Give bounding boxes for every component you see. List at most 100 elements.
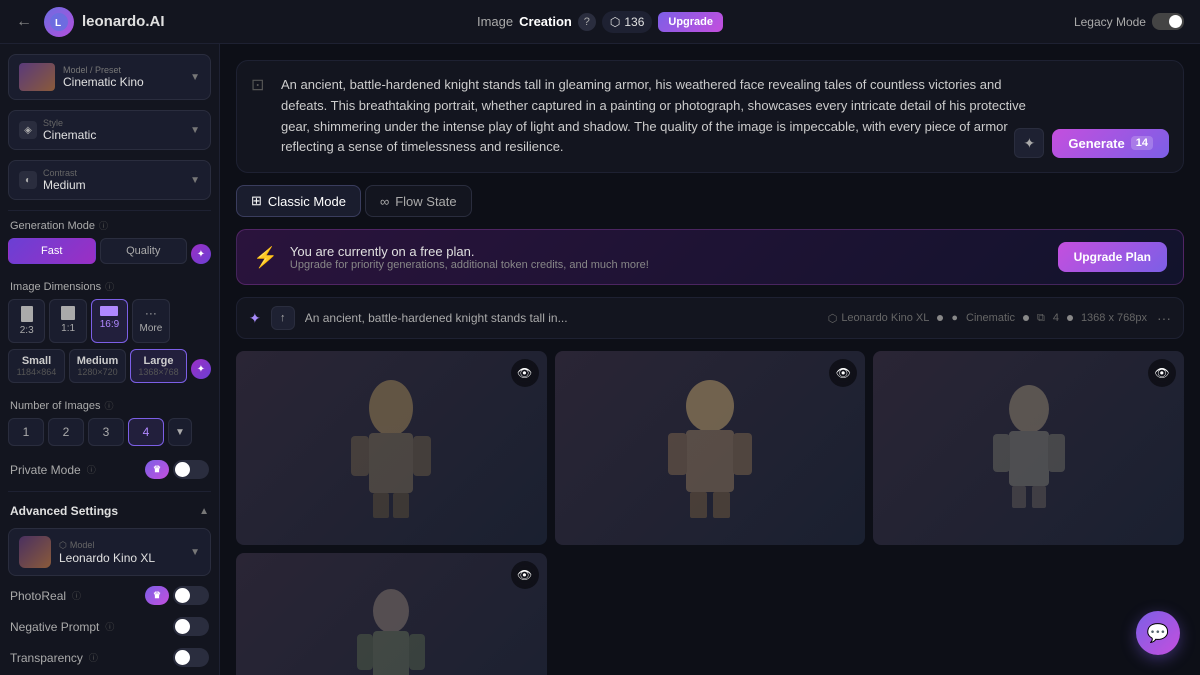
history-more-button[interactable]: ···	[1157, 310, 1171, 326]
preset-section: Model / Preset Cinematic Kino ▼	[8, 54, 211, 100]
token-badge: ⬡ 136	[602, 11, 653, 33]
size-small-button[interactable]: Small 1184×864	[8, 349, 65, 383]
photoreal-info[interactable]: ⓘ	[72, 589, 81, 602]
dimension-16-9[interactable]: 16:9	[91, 299, 128, 343]
history-meta: ⬡ Leonardo Kino XL ● Cinematic ⧉ 4 1368 …	[828, 312, 1147, 325]
history-dot3	[1067, 315, 1073, 321]
sidebar: Model / Preset Cinematic Kino ▼ ◈ Style …	[0, 44, 220, 675]
num-more-button[interactable]: ▼	[168, 418, 192, 446]
image-card-1: 👁	[236, 351, 547, 545]
prompt-area: ⊡ An ancient, battle-hardened knight sta…	[236, 60, 1184, 173]
flow-state-tab[interactable]: ∞ Flow State	[365, 185, 472, 217]
photoreal-badge: ♛	[145, 586, 169, 605]
num-images-section: Number of Images ⓘ 1 2 3 4 ▼	[8, 399, 211, 446]
chevron-down-icon: ▼	[190, 72, 200, 83]
upgrade-button[interactable]: Upgrade	[658, 12, 723, 32]
dimension-1-1[interactable]: 1:1	[49, 299, 86, 343]
dimension-2-3[interactable]: 2:3	[8, 299, 45, 343]
contrast-sublabel: Contrast	[43, 168, 86, 178]
mode-extra-button[interactable]: ✦	[191, 244, 211, 264]
history-icon: ✦	[249, 310, 261, 327]
classic-mode-tab[interactable]: ⊞ Classic Mode	[236, 185, 361, 217]
history-bar: ✦ ↑ An ancient, battle-hardened knight s…	[236, 297, 1184, 339]
num-2-button[interactable]: 2	[48, 418, 84, 446]
history-style-label: Cinematic	[966, 312, 1015, 324]
image-card-3: 👁	[873, 351, 1184, 545]
dimension-more[interactable]: ··· More	[132, 299, 169, 343]
chat-button[interactable]: 💬	[1136, 611, 1180, 655]
token-icon: ⬡	[610, 15, 620, 29]
history-dot	[937, 315, 943, 321]
num-3-button[interactable]: 3	[88, 418, 124, 446]
generate-token-count: 14	[1131, 136, 1153, 150]
quality-mode-button[interactable]: Quality	[100, 238, 188, 264]
contrast-label: Medium	[43, 178, 86, 192]
style-select[interactable]: ◈ Style Cinematic ▼	[8, 110, 211, 150]
image-placeholder-1	[236, 351, 547, 545]
image-dimensions-section: Image Dimensions ⓘ 2:3 1:1 16:9	[8, 280, 211, 389]
legacy-mode-label: Legacy Mode	[1074, 15, 1146, 29]
upgrade-plan-button[interactable]: Upgrade Plan	[1058, 242, 1167, 272]
private-mode-info[interactable]: ⓘ	[87, 463, 96, 476]
transparency-info[interactable]: ⓘ	[89, 651, 98, 664]
photoreal-row: PhotoReal ⓘ ♛	[8, 582, 211, 609]
negative-prompt-info[interactable]: ⓘ	[105, 620, 114, 633]
style-sublabel: Style	[43, 118, 96, 128]
contrast-icon: ◐	[19, 171, 37, 189]
prompt-icon: ⊡	[251, 75, 264, 95]
size-extra-button[interactable]: ✦	[191, 359, 211, 379]
logo-text: leonardo.AI	[82, 13, 165, 30]
history-up-button[interactable]: ↑	[271, 306, 295, 330]
photoreal-toggle[interactable]	[173, 586, 209, 605]
negative-prompt-row: Negative Prompt ⓘ	[8, 613, 211, 640]
eye-button-3[interactable]: 👁	[1148, 359, 1176, 387]
model-sublabel: ⬡ Model	[59, 540, 155, 551]
generate-button[interactable]: Generate 14	[1052, 129, 1169, 158]
image-dimensions-info[interactable]: ⓘ	[105, 280, 114, 293]
model-thumbnail	[19, 536, 51, 568]
fast-mode-button[interactable]: Fast	[8, 238, 96, 264]
help-button[interactable]: ?	[578, 13, 596, 31]
image-dimensions-label: Image Dimensions	[10, 281, 101, 293]
private-mode-badge: ♛	[145, 460, 169, 479]
negative-prompt-toggle[interactable]	[173, 617, 209, 636]
preset-select[interactable]: Model / Preset Cinematic Kino ▼	[8, 54, 211, 100]
size-large-button[interactable]: Large 1368×768	[130, 349, 187, 383]
sparkle-button[interactable]: ✦	[1014, 128, 1044, 158]
negative-prompt-label: Negative Prompt	[10, 620, 99, 634]
eye-button-1[interactable]: 👁	[511, 359, 539, 387]
generation-mode-info[interactable]: ⓘ	[99, 219, 108, 232]
contrast-section: ◐ Contrast Medium ▼	[8, 160, 211, 200]
num-images-info[interactable]: ⓘ	[104, 399, 113, 412]
history-dot2	[1023, 315, 1029, 321]
logo-avatar: L	[44, 7, 74, 37]
transparency-toggle[interactable]	[173, 648, 209, 667]
private-mode-toggle[interactable]	[173, 460, 209, 479]
preset-sublabel: Model / Preset	[63, 65, 144, 75]
photoreal-label: PhotoReal	[10, 589, 66, 603]
eye-button-4[interactable]: 👁	[511, 561, 539, 589]
style-chevron-icon: ▼	[190, 125, 200, 136]
flow-state-label: Flow State	[395, 194, 456, 209]
history-images-icon: ⧉	[1037, 312, 1045, 325]
content-area: ⊡ An ancient, battle-hardened knight sta…	[220, 44, 1200, 675]
banner-lightning-icon: ⚡	[253, 245, 278, 270]
nav-creation-label: Creation	[519, 14, 572, 29]
legacy-mode-toggle[interactable]	[1152, 13, 1184, 30]
size-medium-button[interactable]: Medium 1280×720	[69, 349, 126, 383]
transparency-row: Transparency ⓘ	[8, 644, 211, 671]
advanced-settings-header[interactable]: Advanced Settings ▲	[8, 500, 211, 522]
style-icon: ◈	[19, 121, 37, 139]
num-4-button[interactable]: 4	[128, 418, 164, 446]
contrast-select[interactable]: ◐ Contrast Medium ▼	[8, 160, 211, 200]
history-model-label: Leonardo Kino XL	[841, 312, 929, 324]
model-select[interactable]: ⬡ Model Leonardo Kino XL ▼	[8, 528, 211, 576]
private-mode-row: Private Mode ⓘ ♛	[8, 456, 211, 483]
num-1-button[interactable]: 1	[8, 418, 44, 446]
history-model: ⬡ Leonardo Kino XL	[828, 312, 930, 325]
nav-image-label: Image	[477, 14, 513, 29]
history-prompt: An ancient, battle-hardened knight stand…	[305, 311, 818, 325]
model-chevron-icon: ▼	[190, 547, 200, 558]
preset-label: Cinematic Kino	[63, 75, 144, 89]
back-button[interactable]: ←	[16, 13, 32, 31]
